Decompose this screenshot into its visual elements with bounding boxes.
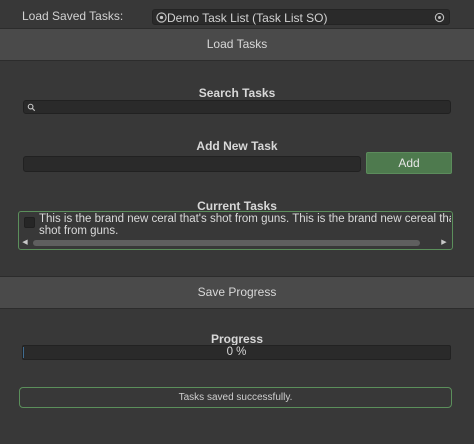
task-text: This is the brand new ceral that's shot … (39, 213, 451, 237)
scriptable-object-icon (156, 12, 167, 23)
task-list: This is the brand new ceral that's shot … (18, 211, 453, 250)
progress-bar: 0 % (22, 345, 451, 360)
load-tasks-button[interactable]: Load Tasks (0, 28, 474, 61)
task-checkbox[interactable] (24, 217, 35, 228)
arrow-right-icon[interactable]: ▶ (440, 239, 448, 247)
scrollbar-thumb[interactable] (33, 240, 420, 246)
task-text-line-1: This is the brand new ceral that's shot … (39, 213, 451, 225)
progress-heading: Progress (210, 332, 264, 346)
task-text-line-2: shot from guns. (39, 225, 119, 237)
horizontal-scrollbar[interactable]: ◀ ▶ (21, 239, 450, 247)
saved-tasks-object-field[interactable]: Demo Task List (Task List SO) (152, 9, 450, 25)
new-task-input[interactable] (23, 156, 361, 172)
arrow-left-icon[interactable]: ◀ (21, 239, 29, 247)
add-new-task-heading: Add New Task (196, 139, 278, 153)
object-picker-icon[interactable] (434, 12, 445, 23)
search-tasks-heading: Search Tasks (198, 86, 276, 100)
saved-tasks-label: Load Saved Tasks: (22, 9, 124, 23)
saved-tasks-row: Load Saved Tasks: Demo Task List (Task L… (0, 0, 474, 30)
search-input[interactable] (23, 100, 451, 114)
add-task-button[interactable]: Add (366, 152, 452, 174)
saved-tasks-object-value: Demo Task List (Task List SO) (167, 11, 328, 25)
progress-value: 0 % (226, 346, 247, 358)
save-progress-button[interactable]: Save Progress (0, 276, 474, 309)
status-message: Tasks saved successfully. (19, 387, 452, 408)
search-icon (27, 103, 36, 112)
